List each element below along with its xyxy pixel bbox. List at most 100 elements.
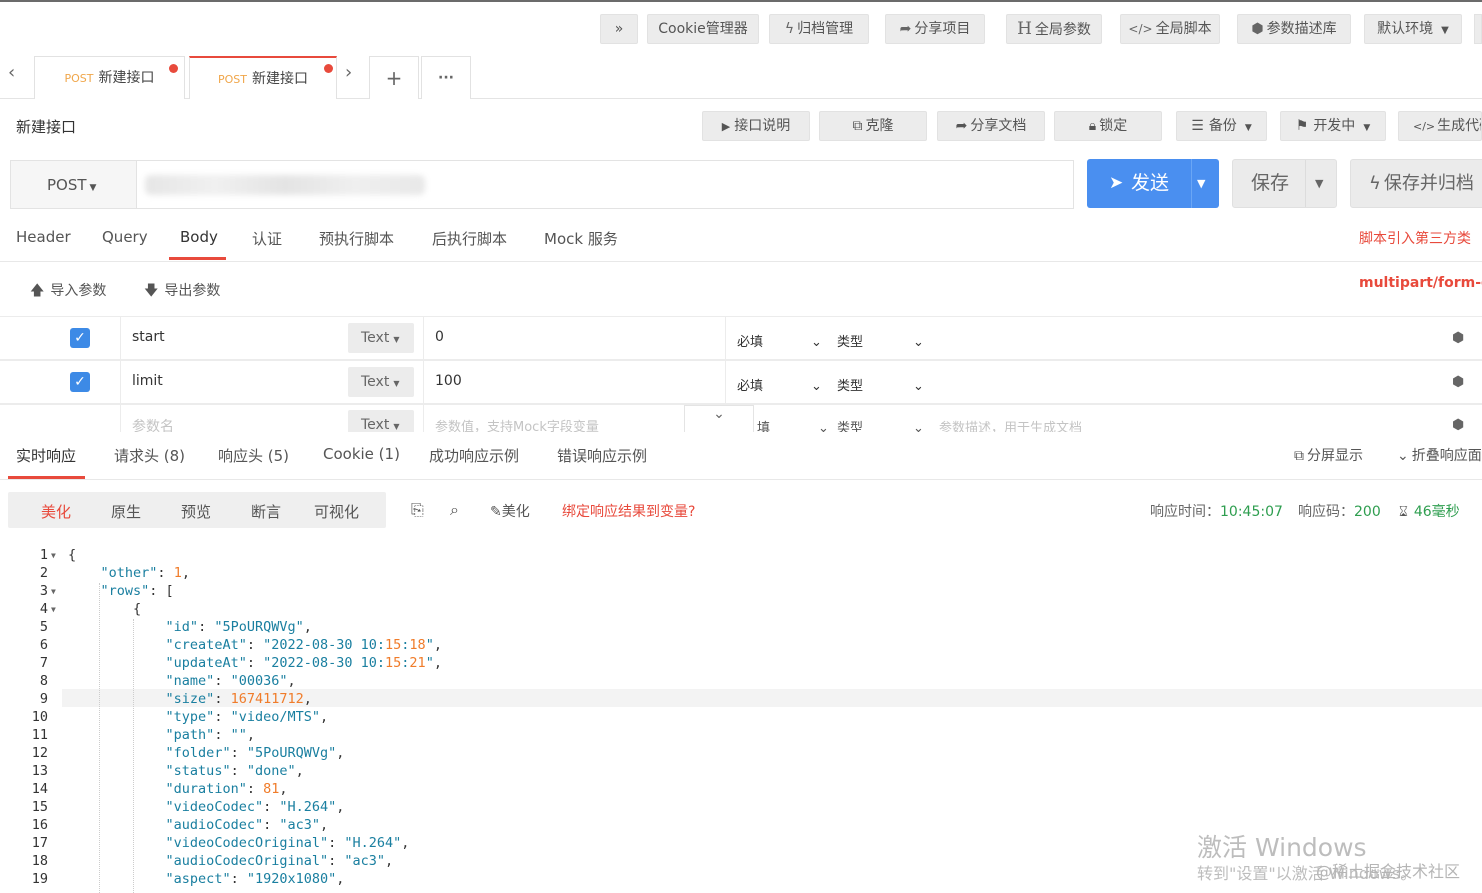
- beautify-button[interactable]: ✎美化: [490, 501, 530, 521]
- param-kind-select[interactable]: 类型 ⌄: [837, 331, 924, 350]
- tab-query[interactable]: Query: [102, 228, 148, 246]
- request-tab-1[interactable]: POST 新建接口: [34, 56, 185, 99]
- tab-next-icon[interactable]: ›: [345, 62, 352, 83]
- tab-mock[interactable]: Mock 服务: [544, 228, 618, 249]
- split-label: 分屏显示: [1307, 448, 1363, 464]
- cube-icon[interactable]: ⬢: [1452, 330, 1464, 346]
- tab-error-example[interactable]: 错误响应示例: [557, 445, 647, 466]
- import-label: 导入参数: [50, 283, 107, 299]
- env-select[interactable]: 默认环境 ▼: [1364, 14, 1462, 44]
- tab-next-glyph: ›: [345, 62, 353, 83]
- tab-prev-icon[interactable]: ‹: [8, 62, 15, 83]
- line-number: 3: [39, 583, 48, 599]
- tab-response-headers[interactable]: 响应头 (5): [218, 445, 289, 466]
- share-doc-label: 分享文档: [970, 118, 1027, 134]
- import-params-button[interactable]: 🡅 导入参数: [30, 280, 106, 304]
- method-select[interactable]: POST ▼: [10, 160, 136, 209]
- clone-button[interactable]: ⧉ 克隆: [819, 111, 927, 141]
- tab-post-script[interactable]: 后执行脚本: [432, 228, 507, 249]
- save-options-icon[interactable]: ▼: [1315, 160, 1323, 207]
- view-raw[interactable]: 原生: [111, 501, 141, 522]
- status-dropdown[interactable]: ⚑ 开发中 ▼: [1280, 111, 1386, 141]
- gen-code-label: 生成代码: [1437, 118, 1481, 134]
- param-kind-select[interactable]: 类型 ⌄: [837, 417, 924, 432]
- cookie-manager-button[interactable]: Cookie管理器: [647, 14, 759, 44]
- tab-header[interactable]: Header: [16, 228, 71, 246]
- paper-plane-icon: ➤: [1109, 173, 1124, 193]
- archive-manage-button[interactable]: ϟ 归档管理: [769, 14, 869, 44]
- copy-icon[interactable]: ⎘: [411, 500, 424, 520]
- content-type-select[interactable]: multipart/form-data: [1359, 275, 1482, 291]
- backup-label: 备份: [1208, 118, 1237, 134]
- param-required-select[interactable]: 填 ⌄: [757, 417, 829, 432]
- param-type-select[interactable]: Text ▼: [348, 410, 414, 432]
- share-doc-button[interactable]: ➦ 分享文档: [937, 111, 1045, 141]
- param-name[interactable]: limit: [132, 373, 163, 389]
- fold-toggle-icon[interactable]: ▼: [51, 605, 56, 614]
- send-button[interactable]: ➤ 发送 ▼: [1087, 159, 1219, 208]
- param-name[interactable]: start: [132, 329, 165, 345]
- caret-down-icon: ▼: [1363, 123, 1371, 133]
- param-value[interactable]: 100: [435, 373, 462, 389]
- param-checkbox[interactable]: ✓: [70, 328, 90, 348]
- more-button[interactable]: »: [600, 14, 638, 44]
- save-button[interactable]: 保存 ▼: [1232, 159, 1337, 208]
- collapse-response-button[interactable]: ⌄ 折叠响应面: [1397, 445, 1482, 465]
- backup-dropdown[interactable]: ☰ 备份 ▼: [1176, 111, 1267, 141]
- tab-cookie[interactable]: Cookie (1): [323, 445, 400, 463]
- cell-divider: [725, 317, 726, 361]
- request-tab-2[interactable]: POST 新建接口: [189, 56, 337, 99]
- param-library-button[interactable]: ⬢ 参数描述库: [1237, 14, 1351, 44]
- view-preview[interactable]: 预览: [181, 501, 211, 522]
- fold-toggle-icon[interactable]: ▼: [51, 587, 56, 596]
- param-value[interactable]: 0: [435, 329, 444, 345]
- unsaved-dot-icon: [169, 64, 178, 73]
- api-doc-button[interactable]: ▶ 接口说明: [702, 111, 810, 141]
- param-name-input[interactable]: 参数名: [132, 416, 174, 432]
- bind-variable-link[interactable]: 绑定响应结果到变量?: [562, 501, 695, 521]
- tab-body[interactable]: Body: [180, 228, 218, 246]
- time-value: 10:45:07: [1220, 504, 1283, 520]
- mock-dropdown[interactable]: ⌄: [684, 405, 754, 432]
- param-row: ✓ limit Text ▼ 100 必填 ⌄ 类型 ⌄ ⬢: [0, 360, 1482, 405]
- view-visualize[interactable]: 可视化: [314, 501, 359, 522]
- save-divider: [1305, 160, 1306, 207]
- save-archive-button[interactable]: ϟ 保存并归档: [1350, 159, 1482, 208]
- param-value-input[interactable]: 参数值，支持Mock字段变量: [435, 416, 599, 432]
- param-required-select[interactable]: 必填 ⌄: [737, 331, 822, 350]
- param-desc-input[interactable]: 参数描述，用于生成文档: [939, 417, 1082, 432]
- tab-pre-script[interactable]: 预执行脚本: [319, 228, 394, 249]
- add-tab-button[interactable]: +: [369, 56, 419, 99]
- param-checkbox[interactable]: ✓: [70, 372, 90, 392]
- global-scripts-button[interactable]: </> 全局脚本: [1120, 14, 1220, 44]
- bolt-icon: ϟ: [784, 21, 795, 37]
- tab-success-example[interactable]: 成功响应示例: [429, 445, 519, 466]
- split-view-button[interactable]: ⧉ 分屏显示: [1294, 445, 1363, 465]
- global-params-button[interactable]: H 全局参数: [1006, 14, 1102, 44]
- cube-icon[interactable]: ⬢: [1452, 417, 1464, 432]
- third-party-script-link[interactable]: 脚本引入第三方类: [1359, 228, 1471, 248]
- send-options-icon[interactable]: ▼: [1197, 159, 1205, 208]
- required-label: 必填: [737, 335, 764, 350]
- search-icon[interactable]: ⌕: [450, 500, 459, 520]
- tab-auth[interactable]: 认证: [252, 228, 282, 249]
- export-params-button[interactable]: 🡇 导出参数: [144, 280, 220, 304]
- param-required-select[interactable]: 必填 ⌄: [737, 375, 822, 394]
- gen-code-button[interactable]: </>生成代码: [1398, 111, 1482, 141]
- response-time: 响应时间：10:45:07: [1150, 501, 1283, 521]
- param-type-select[interactable]: Text ▼: [348, 323, 414, 353]
- code-label: 响应码：: [1298, 504, 1354, 520]
- lock-button[interactable]: 🔒︎ 锁定: [1054, 111, 1162, 141]
- fold-toggle-icon[interactable]: ▼: [51, 551, 56, 560]
- cube-icon[interactable]: ⬢: [1452, 374, 1464, 390]
- view-beautify[interactable]: 美化: [41, 501, 71, 522]
- view-assert[interactable]: 断言: [251, 501, 281, 522]
- url-input[interactable]: [136, 160, 1074, 209]
- tab-live-response[interactable]: 实时响应: [16, 445, 76, 466]
- param-kind-select[interactable]: 类型 ⌄: [837, 375, 924, 394]
- share-project-button[interactable]: ➦ 分享项目: [885, 14, 985, 44]
- code-line: "videoCodec": "H.264",: [165, 799, 345, 815]
- tab-request-headers[interactable]: 请求头 (8): [114, 445, 185, 466]
- more-tabs-button[interactable]: ···: [421, 56, 471, 99]
- param-type-select[interactable]: Text ▼: [348, 367, 414, 397]
